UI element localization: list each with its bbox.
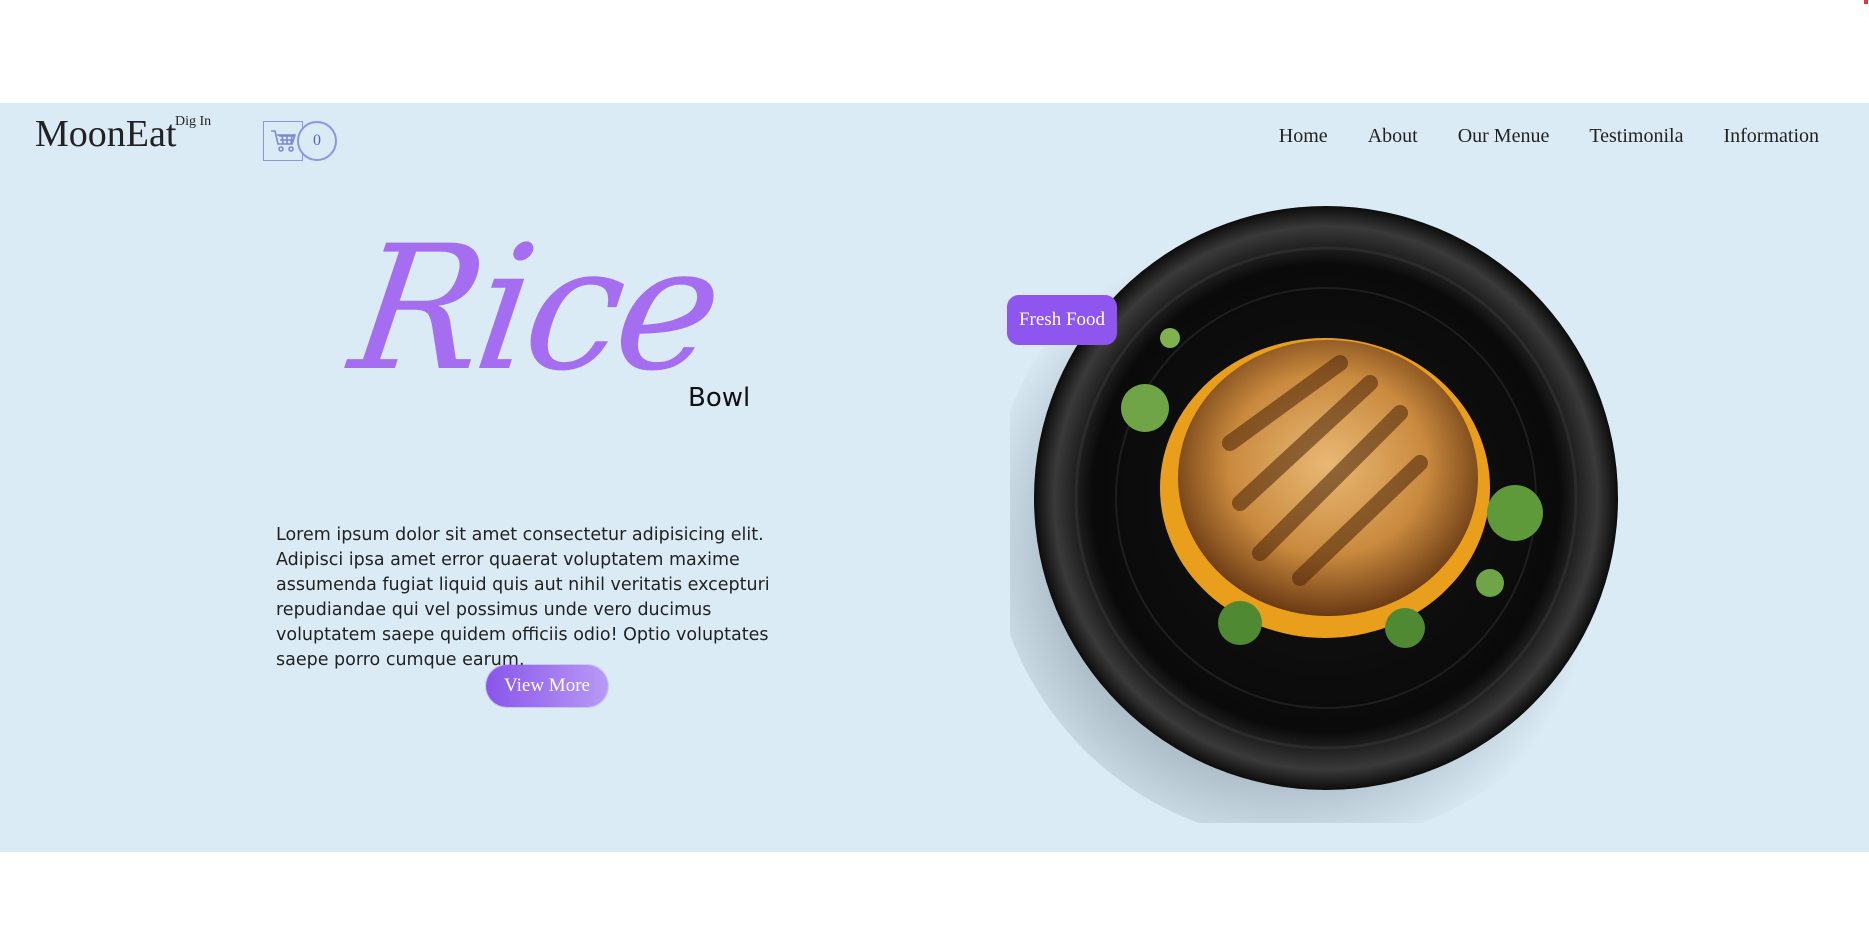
brand-tagline: Dig In [175,114,212,129]
nav-information[interactable]: Information [1723,125,1819,148]
cart-widget[interactable]: 0 [263,121,339,163]
nav-testimonila[interactable]: Testimonila [1589,125,1683,148]
cart-icon [270,128,298,159]
nav-about[interactable]: About [1368,125,1418,148]
brand-logo[interactable]: MoonEat [35,112,176,156]
hero-description: Lorem ipsum dolor sit amet consectetur a… [276,524,770,670]
corner-marker [1864,0,1868,4]
hero-section: MoonEat Dig In 0 Home About Our Menue Te… [0,103,1869,852]
food-plate-image [990,183,1650,843]
main-nav: Home About Our Menue Testimonila Informa… [1239,125,1819,148]
cart-count-badge: 0 [297,121,337,161]
nav-home[interactable]: Home [1279,125,1328,148]
nav-our-menue[interactable]: Our Menue [1458,125,1550,148]
hero-title: Rice [340,208,728,409]
fresh-food-badge: Fresh Food [1007,295,1117,345]
hero-subtitle: Bowl [688,383,751,413]
view-more-button[interactable]: View More [486,665,608,707]
